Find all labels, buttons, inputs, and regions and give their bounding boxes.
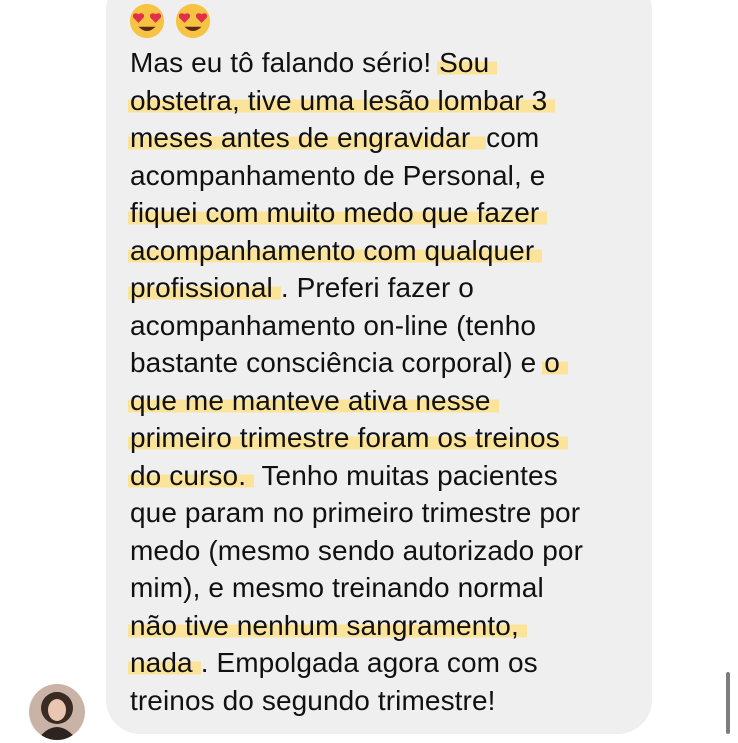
highlighted-text: profissional: [128, 272, 281, 303]
message-text-segment: que param no primeiro trimestre por: [130, 497, 581, 528]
highlighted-text: fiquei com muito medo que fazer: [128, 197, 548, 228]
message-text-segment: acompanhamento on-line (tenho: [130, 309, 537, 341]
message-line: meses antes de engravidar com: [128, 119, 583, 157]
message-text-segment: com: [486, 122, 540, 153]
message-line: acompanhamento on-line (tenho: [130, 307, 583, 345]
scrollbar[interactable]: [726, 672, 730, 734]
message-text: Mas eu tô falando sério! Sou obstetra, ti…: [128, 44, 583, 720]
highlighted-text: primeiro trimestre foram os treinos: [128, 422, 568, 453]
message-line: fiquei com muito medo que fazer: [128, 194, 583, 232]
message-line: nada. Empolgada agora com os: [128, 644, 583, 682]
message-text-segment: bastante consciência corporal) e: [130, 347, 545, 378]
message-line: mim), e mesmo treinando normal: [130, 569, 583, 607]
message-line: profissional. Preferi fazer o: [128, 269, 583, 307]
message-text-segment: mim), e mesmo treinando normal: [130, 572, 544, 603]
message-line: treinos do segundo trimestre!: [130, 682, 583, 720]
highlighted-text: não tive nenhum sangramento,: [128, 609, 527, 641]
highlighted-text: meses antes de engravidar: [128, 122, 487, 153]
sender-avatar[interactable]: [29, 684, 85, 740]
message-text-segment: treinos do segundo trimestre!: [130, 684, 496, 716]
message-line: acompanhamento com qualquer: [128, 232, 583, 270]
emoji-row: [128, 2, 212, 40]
message-text-segment: acompanhamento de Personal, e: [130, 159, 546, 191]
highlighted-text: nada: [128, 647, 201, 678]
highlighted-text: que me manteve ativa nesse: [128, 384, 499, 416]
message-text-segment: medo (mesmo sendo autorizado por: [130, 534, 583, 566]
message-line: que me manteve ativa nesse: [128, 382, 583, 420]
highlighted-text: acompanhamento com qualquer: [128, 234, 543, 266]
heart-eyes-emoji-icon: [175, 3, 211, 39]
message-line: do curso. Tenho muitas pacientes: [128, 457, 583, 495]
highlighted-text: o: [542, 347, 568, 378]
message-line: acompanhamento de Personal, e: [130, 157, 583, 195]
message-line: bastante consciência corporal) e o: [130, 344, 583, 382]
heart-eyes-emoji-icon: [129, 3, 165, 39]
message-text-segment: . Preferi fazer o: [280, 272, 474, 303]
highlighted-text: obstetra, tive uma lesão lombar 3: [128, 84, 556, 116]
highlighted-text: Sou: [437, 47, 498, 78]
message-text-segment: . Empolgada agora com os: [200, 647, 538, 678]
message-line: não tive nenhum sangramento,: [128, 607, 583, 645]
message-line: Mas eu tô falando sério! Sou: [130, 44, 583, 82]
user-avatar-icon: [29, 684, 85, 740]
message-line: obstetra, tive uma lesão lombar 3: [128, 82, 583, 120]
message-text-segment: Tenho muitas pacientes: [254, 459, 558, 491]
message-line: primeiro trimestre foram os treinos: [128, 419, 583, 457]
message-text-segment: Mas eu tô falando sério!: [130, 47, 440, 78]
message-line: que param no primeiro trimestre por: [130, 494, 583, 532]
message-line: medo (mesmo sendo autorizado por: [130, 532, 583, 570]
highlighted-text: do curso.: [128, 459, 255, 491]
